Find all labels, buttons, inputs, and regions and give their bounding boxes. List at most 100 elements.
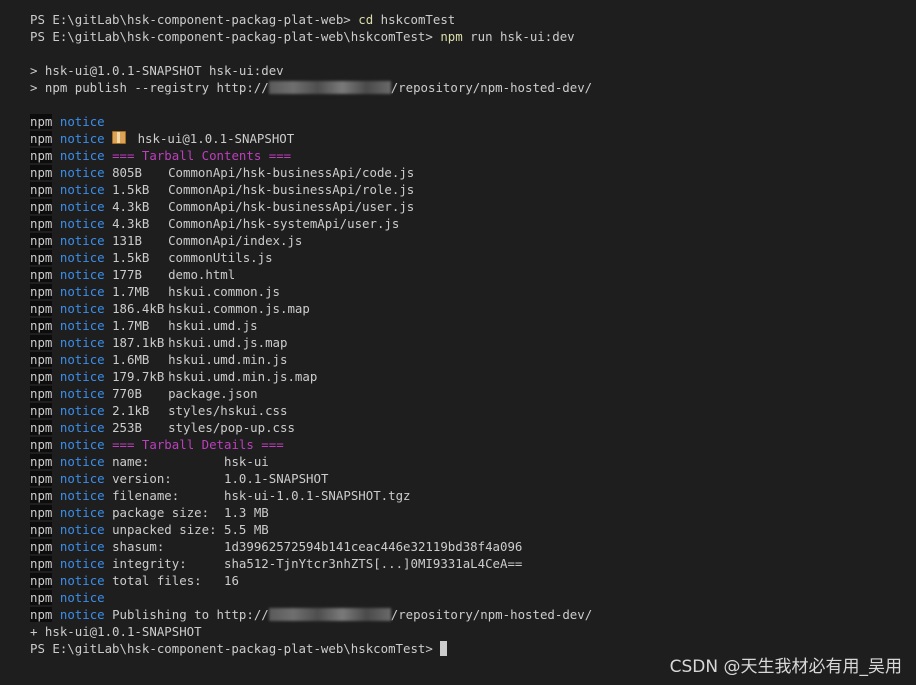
npm-label: npm — [30, 403, 53, 418]
npm-notice-line: npm notice hsk-ui@1.0.1-SNAPSHOT — [30, 130, 916, 147]
npm-label: npm — [30, 539, 53, 554]
file-path: CommonApi/hsk-systemApi/user.js — [168, 216, 400, 231]
detail-label: unpacked size: — [112, 522, 224, 537]
npm-label: npm — [30, 505, 53, 520]
prompt: PS E:\gitLab\hsk-component-packag-plat-w… — [30, 641, 433, 656]
npm-label: npm — [30, 284, 53, 299]
npm-label: npm — [30, 267, 53, 282]
prompt: PS E:\gitLab\hsk-component-packag-plat-w… — [30, 12, 351, 27]
file-path: hskui.umd.js.map — [168, 335, 288, 350]
detail-label: name: — [112, 454, 224, 469]
notice-label: notice — [59, 522, 105, 537]
file-size: 1.5kB — [112, 250, 150, 265]
file-row: npm notice 1.5kB CommonApi/hsk-businessAp… — [30, 181, 916, 198]
file-row: npm notice 4.3kB CommonApi/hsk-businessAp… — [30, 198, 916, 215]
file-path: hskui.umd.js — [168, 318, 258, 333]
detail-value: 1.0.1-SNAPSHOT — [224, 471, 329, 486]
file-row: npm notice 1.7MB hskui.common.js — [30, 283, 916, 300]
file-row: npm notice 4.3kB CommonApi/hsk-systemApi/… — [30, 215, 916, 232]
notice-label: notice — [59, 386, 105, 401]
npm-label: npm — [30, 216, 53, 231]
file-path: package.json — [168, 386, 258, 401]
notice-label: notice — [59, 352, 105, 367]
detail-row: npm notice filename: hsk-ui-1.0.1-SNAPSH… — [30, 487, 916, 504]
npm-label: npm — [30, 250, 53, 265]
file-row: npm notice 186.4kB hskui.common.js.map — [30, 300, 916, 317]
terminal-output[interactable]: PS E:\gitLab\hsk-component-packag-plat-w… — [30, 11, 916, 657]
npm-notice-line: npm notice — [30, 113, 916, 130]
npm-label: npm — [30, 454, 53, 469]
text-cursor — [440, 641, 448, 656]
notice-label: notice — [59, 471, 105, 486]
detail-row: npm notice version: 1.0.1-SNAPSHOT — [30, 470, 916, 487]
npm-label: npm — [30, 114, 53, 129]
file-path: hskui.common.js — [168, 284, 280, 299]
npm-notice-line: npm notice === Tarball Contents === — [30, 147, 916, 164]
file-size: 1.5kB — [112, 182, 150, 197]
notice-label: notice — [59, 590, 105, 605]
file-path: demo.html — [168, 267, 236, 282]
command-args: hskcomTest — [380, 12, 456, 27]
file-row: npm notice 253B styles/pop-up.css — [30, 419, 916, 436]
file-row: npm notice 179.7kB hskui.umd.min.js.map — [30, 368, 916, 385]
detail-row: npm notice total files: 16 — [30, 572, 916, 589]
tarball-details-list: npm notice name: hsk-ui npm notice versio… — [30, 453, 916, 589]
notice-label: notice — [59, 539, 105, 554]
redacted-host — [268, 81, 391, 94]
npm-notice-line: npm notice === Tarball Details === — [30, 436, 916, 453]
tarball-details-header: === Tarball Details === — [112, 437, 284, 452]
notice-label: notice — [59, 488, 105, 503]
tarball-contents-header: === Tarball Contents === — [112, 148, 292, 163]
notice-label: notice — [59, 505, 105, 520]
file-size: 1.7MB — [112, 318, 150, 333]
package-icon — [112, 131, 127, 144]
detail-row: npm notice integrity: sha512-TjnYtcr3nhZ… — [30, 555, 916, 572]
notice-label: notice — [59, 148, 105, 163]
file-path: hskui.common.js.map — [168, 301, 310, 316]
file-path: commonUtils.js — [168, 250, 273, 265]
npm-label: npm — [30, 573, 53, 588]
detail-value: 1d39962572594b141ceac446e32119bd38f4a096 — [224, 539, 523, 554]
detail-label: total files: — [112, 573, 224, 588]
file-size: 770B — [112, 386, 142, 401]
watermark: CSDN @天生我材必有用_吴用 — [669, 657, 902, 677]
npm-label: npm — [30, 182, 53, 197]
file-size: 186.4kB — [112, 301, 165, 316]
prompt-line: PS E:\gitLab\hsk-component-packag-plat-w… — [30, 28, 916, 45]
npm-label: npm — [30, 386, 53, 401]
npm-label: npm — [30, 318, 53, 333]
file-size: 1.7MB — [112, 284, 150, 299]
notice-label: notice — [59, 573, 105, 588]
file-size: 4.3kB — [112, 216, 150, 231]
npm-label: npm — [30, 165, 53, 180]
npm-label: npm — [30, 488, 53, 503]
npm-label: npm — [30, 556, 53, 571]
notice-label: notice — [59, 335, 105, 350]
notice-label: notice — [59, 182, 105, 197]
npm-notice-line: npm notice Publishing to http:// /reposit… — [30, 606, 916, 623]
notice-label: notice — [59, 216, 105, 231]
file-size: 805B — [112, 165, 142, 180]
notice-label: notice — [59, 267, 105, 282]
detail-value: 5.5 MB — [224, 522, 269, 537]
file-size: 177B — [112, 267, 142, 282]
npm-label: npm — [30, 131, 53, 146]
npm-notice-line: npm notice — [30, 589, 916, 606]
prompt-line: PS E:\gitLab\hsk-component-packag-plat-w… — [30, 11, 916, 28]
notice-label: notice — [59, 284, 105, 299]
detail-label: package size: — [112, 505, 224, 520]
file-row: npm notice 805B CommonApi/hsk-businessApi… — [30, 164, 916, 181]
file-path: CommonApi/hsk-businessApi/role.js — [168, 182, 415, 197]
notice-label: notice — [59, 556, 105, 571]
notice-label: notice — [59, 250, 105, 265]
file-path: CommonApi/hsk-businessApi/code.js — [168, 165, 415, 180]
notice-label: notice — [59, 199, 105, 214]
npm-label: npm — [30, 522, 53, 537]
detail-value: 1.3 MB — [224, 505, 269, 520]
file-path: CommonApi/hsk-businessApi/user.js — [168, 199, 415, 214]
file-row: npm notice 1.5kB commonUtils.js — [30, 249, 916, 266]
registry-prefix: > npm publish --registry http:// — [30, 80, 269, 95]
npm-label: npm — [30, 607, 53, 622]
